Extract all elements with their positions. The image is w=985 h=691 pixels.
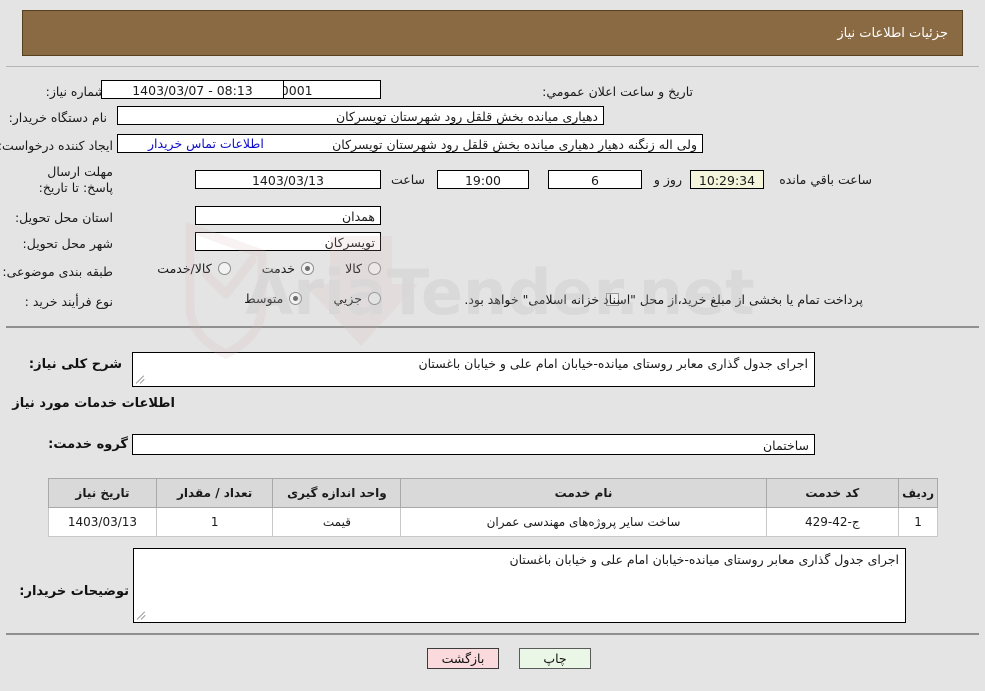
need-number-label-wrap: شماره نیاز:	[9, 80, 105, 102]
print-button[interactable]: چاپ	[519, 648, 591, 669]
category-radio-group: کالا خدمت کالا/خدمت	[131, 260, 381, 279]
buyer-org-label-wrap: نام دستگاه خریدار:	[9, 106, 107, 128]
buyer-notes-value: اجرای جدول گذاری معابر روستای میانده-خیا…	[509, 552, 899, 567]
city-field: تویسرکان	[195, 232, 381, 251]
services-table: ردیف کد خدمت نام خدمت واحد اندازه گیری ت…	[48, 478, 938, 537]
category-label-wrap: طبقه بندی موضوعی:	[2, 260, 113, 282]
creator-label: ایجاد کننده درخواست:	[0, 137, 113, 153]
process-option-minor-label: جزیي	[333, 291, 362, 306]
page-title-bar: جزئیات اطلاعات نیاز	[22, 10, 963, 56]
province-label: استان محل تحویل:	[14, 209, 113, 225]
deadline-time-field: 19:00	[437, 170, 529, 189]
category-option-goods-service-label: کالا/خدمت	[157, 261, 212, 276]
process-radio-group: جزیي متوسط	[218, 290, 381, 309]
cell-row-no: 1	[898, 507, 938, 537]
table-row: 1 ج-42-429 ساخت سایر پروژه‌های مهندسی عم…	[48, 507, 938, 537]
services-section-title: اطلاعات خدمات مورد نیاز	[12, 396, 175, 411]
th-unit: واحد اندازه گیری	[272, 478, 402, 508]
category-option-service-label: خدمت	[261, 261, 296, 276]
process-option-medium-label: متوسط	[244, 291, 284, 306]
cell-service-code: ج-42-429	[765, 507, 900, 537]
radio-selected-icon[interactable]	[289, 292, 303, 305]
days-remaining-field: 6	[548, 170, 642, 189]
buyer-notes-textarea[interactable]: اجرای جدول گذاری معابر روستای میانده-خیا…	[133, 548, 906, 623]
buyer-contact-link[interactable]: اطلاعات تماس خریدار	[148, 136, 264, 151]
announce-label-wrap: تاریخ و ساعت اعلان عمومي:	[542, 80, 693, 102]
countdown-field: 10:29:34	[690, 170, 764, 189]
province-label-wrap: استان محل تحویل:	[15, 206, 113, 228]
category-option-goods-label: کالا	[345, 261, 362, 276]
th-service-code: کد خدمت	[765, 478, 900, 508]
deadline-hour-label: ساعت	[390, 172, 425, 187]
treasury-note-text: پرداخت تمام یا بخشی از مبلغ خرید،از محل …	[464, 292, 863, 307]
buyer-notes-label: توضیحات خریدار:	[19, 584, 129, 599]
buyer-org-label: نام دستگاه خریدار:	[8, 109, 107, 125]
th-quantity: تعداد / مقدار	[155, 478, 274, 508]
process-option-minor[interactable]: جزیي	[333, 291, 381, 306]
announce-datetime-field: 08:13 - 1403/03/07	[101, 80, 284, 99]
announce-datetime-label: تاریخ و ساعت اعلان عمومي:	[542, 83, 693, 99]
page-root: AriaTender.net جزئیات اطلاعات نیاز شماره…	[0, 0, 985, 691]
cell-need-date: 1403/03/13	[48, 507, 157, 537]
th-row-no: ردیف	[898, 478, 938, 508]
deadline-label-wrap: مهلت ارسال پاسخ: تا تاریخ:	[23, 164, 113, 195]
page-title: جزئیات اطلاعات نیاز	[837, 25, 948, 41]
radio-icon[interactable]	[368, 292, 381, 305]
general-desc-value: اجرای جدول گذاری معابر روستای میانده-خیا…	[418, 356, 808, 371]
cell-quantity: 1	[155, 507, 274, 537]
category-label: طبقه بندی موضوعی:	[2, 263, 113, 279]
cell-unit: قیمت	[272, 507, 402, 537]
resize-grip-icon[interactable]	[135, 375, 145, 384]
category-option-service[interactable]: خدمت	[261, 261, 315, 276]
general-desc-label: شرح کلی نیاز:	[28, 357, 122, 372]
creator-label-wrap: ایجاد کننده درخواست:	[0, 134, 113, 156]
province-field: همدان	[195, 206, 381, 225]
back-button[interactable]: بازگشت	[427, 648, 499, 669]
th-need-date: تاریخ نیاز	[48, 478, 157, 508]
process-type-label: نوع فرأیند خرید :	[24, 293, 113, 309]
general-desc-textarea[interactable]: اجرای جدول گذاری معابر روستای میانده-خیا…	[132, 352, 815, 387]
deadline-label: مهلت ارسال پاسخ: تا تاریخ:	[38, 164, 113, 195]
table-header-row: ردیف کد خدمت نام خدمت واحد اندازه گیری ت…	[48, 478, 938, 508]
process-option-medium[interactable]: متوسط	[244, 291, 303, 306]
countdown-label: ساعت باقي مانده	[779, 172, 872, 187]
radio-icon[interactable]	[368, 262, 381, 275]
deadline-date-field: 1403/03/13	[195, 170, 381, 189]
category-option-goods-service[interactable]: کالا/خدمت	[157, 261, 231, 276]
service-group-label: گروه خدمت:	[48, 437, 128, 452]
th-service-name: نام خدمت	[400, 478, 767, 508]
radio-selected-icon[interactable]	[301, 262, 315, 275]
process-label-wrap: نوع فرأیند خرید :	[25, 290, 113, 312]
cell-service-name: ساخت سایر پروژه‌های مهندسی عمران	[400, 507, 767, 537]
category-option-goods[interactable]: کالا	[345, 261, 381, 276]
need-number-label: شماره نیاز:	[45, 83, 105, 99]
city-label: شهر محل تحویل:	[22, 235, 113, 251]
service-group-field: ساختمان	[132, 434, 815, 455]
city-label-wrap: شهر محل تحویل:	[23, 232, 113, 254]
resize-grip-icon[interactable]	[136, 611, 146, 620]
buyer-org-field: دهیاری میانده بخش قلقل رود شهرستان تویسر…	[117, 106, 604, 125]
days-remaining-label: روز و	[653, 172, 682, 187]
radio-icon[interactable]	[217, 262, 231, 275]
